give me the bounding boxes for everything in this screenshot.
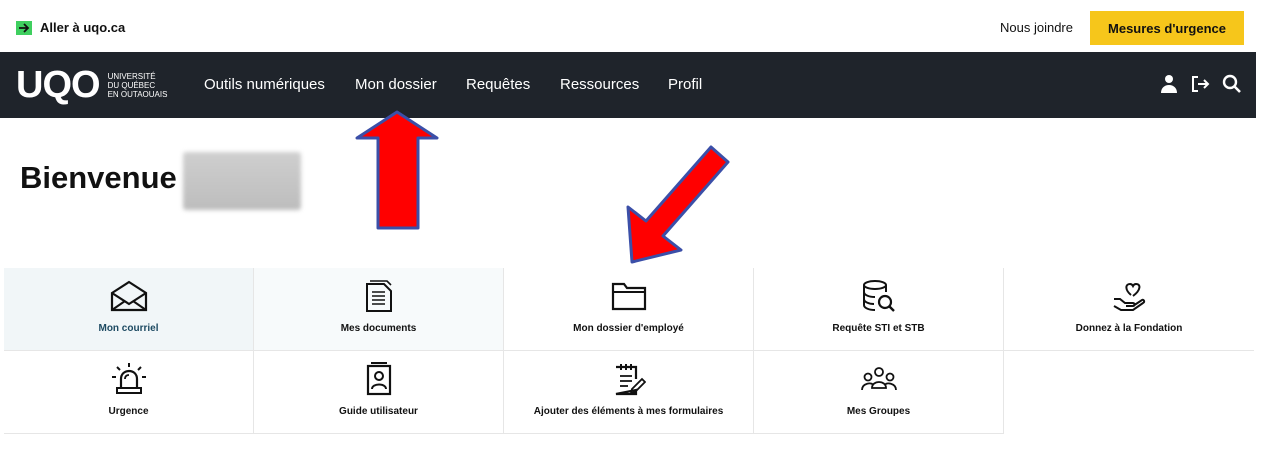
tile-label: Mes documents — [340, 323, 417, 334]
tile-label: Urgence — [108, 406, 149, 417]
skip-link[interactable]: Aller à uqo.ca — [16, 20, 125, 35]
logo-text: UNIVERSITÉ DU QUÉBEC EN OUTAOUAIS — [108, 72, 168, 99]
tile-donnez-fondation[interactable]: Donnez à la Fondation — [1004, 268, 1254, 351]
main-navigation: UQO UNIVERSITÉ DU QUÉBEC EN OUTAOUAIS Ou… — [0, 52, 1256, 118]
tile-label: Mon courriel — [98, 323, 159, 334]
tile-mes-groupes[interactable]: Mes Groupes — [754, 351, 1004, 434]
nav-item-requetes[interactable]: Requêtes — [466, 76, 530, 93]
edit-form-icon — [612, 362, 646, 396]
tile-mes-documents[interactable]: Mes documents — [254, 268, 504, 351]
page-title: Bienvenue — [20, 160, 177, 195]
envelope-icon — [109, 279, 149, 313]
database-search-icon — [861, 279, 897, 313]
tile-label: Mon dossier d'employé — [573, 323, 684, 334]
logo-line: UNIVERSITÉ — [107, 71, 156, 81]
nav-item-outils-numeriques[interactable]: Outils numériques — [204, 76, 325, 93]
tile-mon-courriel[interactable]: Mon courriel — [4, 268, 254, 351]
nav-item-ressources[interactable]: Ressources — [560, 76, 639, 93]
annotation-arrow-up — [355, 110, 439, 230]
nav-item-profil[interactable]: Profil — [668, 76, 702, 93]
folder-icon — [610, 279, 648, 313]
logo-line: EN OUTAOUAIS — [107, 89, 168, 99]
heart-hand-icon — [1111, 279, 1147, 313]
skip-link-label: Aller à uqo.ca — [40, 20, 126, 35]
annotation-arrow-diagonal — [626, 145, 730, 264]
tile-guide-utilisateur[interactable]: Guide utilisateur — [254, 351, 504, 434]
tile-label: Mes Groupes — [846, 406, 911, 417]
tile-label: Guide utilisateur — [339, 406, 418, 417]
user-guide-icon — [364, 362, 394, 396]
group-icon — [860, 362, 897, 396]
tile-label: Requête STI et STB — [832, 323, 925, 334]
search-icon[interactable] — [1222, 74, 1242, 94]
tile-urgence[interactable]: Urgence — [4, 351, 254, 434]
logout-icon[interactable] — [1190, 74, 1210, 94]
user-icon[interactable] — [1160, 74, 1178, 94]
nav-item-mon-dossier[interactable]: Mon dossier — [355, 76, 437, 93]
contact-link[interactable]: Nous joindre — [1000, 20, 1073, 35]
logo-mark: UQO — [16, 64, 101, 106]
arrow-right-icon — [16, 20, 32, 35]
tile-mon-dossier-employe[interactable]: Mon dossier d'employé — [504, 268, 754, 351]
nav-icons — [1160, 74, 1242, 94]
document-icon — [364, 279, 394, 313]
utility-bar: Aller à uqo.ca Nous joindre Mesures d'ur… — [0, 0, 1261, 52]
tile-label: Donnez à la Fondation — [1075, 323, 1183, 334]
tile-label: Ajouter des éléments à mes formulaires — [533, 406, 724, 417]
tile-ajouter-elements-formulaires[interactable]: Ajouter des éléments à mes formulaires — [504, 351, 754, 434]
redacted-user-name — [183, 152, 301, 210]
alarm-light-icon — [111, 362, 147, 396]
tile-requete-sti-stb[interactable]: Requête STI et STB — [754, 268, 1004, 351]
emergency-measures-button[interactable]: Mesures d'urgence — [1090, 11, 1244, 45]
uqo-logo[interactable]: UQO UNIVERSITÉ DU QUÉBEC EN OUTAOUAIS — [16, 65, 167, 105]
logo-line: DU QUÉBEC — [107, 80, 156, 90]
